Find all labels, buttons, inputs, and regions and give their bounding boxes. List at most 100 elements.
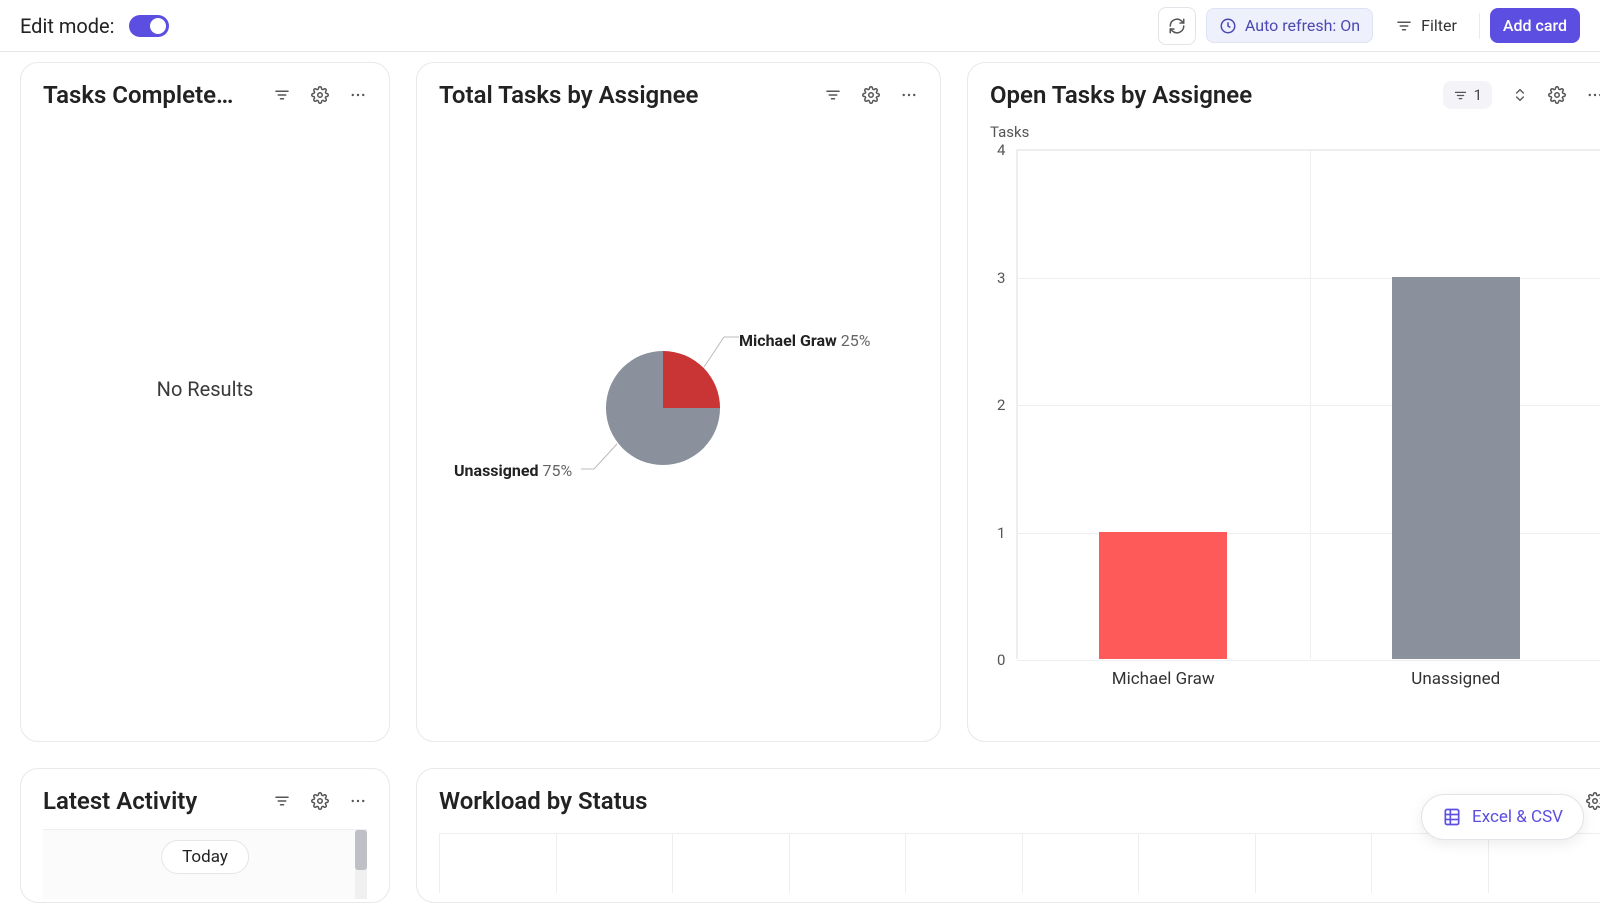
- add-card-button[interactable]: Add card: [1490, 8, 1580, 43]
- card-settings-button[interactable]: [862, 86, 880, 104]
- card-filter-badge[interactable]: 1: [1443, 81, 1492, 109]
- filter-icon: [824, 86, 842, 104]
- export-excel-csv-button[interactable]: Excel & CSV: [1421, 794, 1584, 840]
- card-open-tasks: Open Tasks by Assignee 1 Tasks 01234Mich…: [967, 62, 1600, 742]
- add-card-label: Add card: [1503, 16, 1567, 35]
- workload-gridline: [1138, 834, 1139, 893]
- no-results-message: No Results: [43, 109, 367, 669]
- pie-leader-lines: [439, 109, 964, 669]
- workload-gridline: [789, 834, 790, 893]
- bar-ytick: 3: [997, 269, 1005, 287]
- card-header: Open Tasks by Assignee 1: [990, 81, 1600, 109]
- auto-refresh-button[interactable]: Auto refresh: On: [1206, 8, 1373, 43]
- bar-rect: [1099, 532, 1227, 660]
- card-actions: 1: [1443, 81, 1600, 109]
- card-actions: [824, 86, 918, 104]
- workload-gridline: [905, 834, 906, 893]
- bar-column: [1099, 532, 1227, 660]
- card-filter-button[interactable]: [273, 86, 291, 104]
- bar-xlabel: Unassigned: [1411, 669, 1500, 689]
- card-latest-activity: Latest Activity Today: [20, 768, 390, 903]
- card-workload: Workload by Status: [416, 768, 1600, 903]
- card-more-button[interactable]: [349, 792, 367, 810]
- refresh-button[interactable]: [1158, 7, 1196, 45]
- workload-gridline: [439, 834, 440, 893]
- bar-gridline: [1017, 150, 1600, 151]
- activity-scrollbar[interactable]: [355, 830, 367, 899]
- toggle-knob: [150, 18, 166, 34]
- pie-label-1-pct: 25%: [841, 331, 871, 350]
- workload-gridline: [1371, 834, 1372, 893]
- toolbar-divider: [1479, 13, 1480, 39]
- card-title: Total Tasks by Assignee: [439, 81, 698, 109]
- pie-chart: Michael Graw 25% Unassigned 75%: [439, 109, 918, 669]
- card-settings-button[interactable]: [311, 86, 329, 104]
- clock-icon: [1219, 17, 1237, 35]
- pie-label-2-pct: 75%: [542, 461, 572, 480]
- workload-gridline: [672, 834, 673, 893]
- card-title: Latest Activity: [43, 787, 197, 815]
- filter-button[interactable]: Filter: [1383, 9, 1469, 42]
- spreadsheet-icon: [1442, 807, 1462, 827]
- toolbar-left: Edit mode:: [20, 14, 169, 38]
- filter-icon: [1453, 88, 1468, 103]
- bar-ytick: 1: [997, 524, 1005, 542]
- bar-rect: [1392, 277, 1520, 660]
- filter-label: Filter: [1421, 16, 1457, 35]
- filter-count: 1: [1474, 86, 1482, 104]
- card-more-button[interactable]: [349, 86, 367, 104]
- gear-icon: [311, 86, 329, 104]
- gear-icon: [1586, 792, 1600, 810]
- card-settings-button[interactable]: [1548, 86, 1566, 104]
- card-filter-button[interactable]: [273, 792, 291, 810]
- gear-icon: [1548, 86, 1566, 104]
- pie-label-2: Unassigned 75%: [454, 461, 572, 480]
- today-pill: Today: [161, 840, 249, 874]
- card-header: Tasks Complete…: [43, 81, 367, 109]
- bar-ytick: 4: [997, 141, 1005, 159]
- workload-gridline: [1022, 834, 1023, 893]
- export-label: Excel & CSV: [1472, 807, 1563, 827]
- bar-column: [1392, 277, 1520, 660]
- more-icon: [1586, 86, 1600, 104]
- more-icon: [349, 792, 367, 810]
- card-title: Open Tasks by Assignee: [990, 81, 1252, 109]
- workload-gridline: [1488, 834, 1489, 893]
- chevrons-vertical-icon: [1512, 87, 1528, 103]
- toolbar: Edit mode: Auto refresh: On Filter Add c…: [0, 0, 1600, 52]
- bar-chart: Tasks 01234Michael GrawUnassigned: [990, 109, 1600, 689]
- bar-gridline: [1017, 660, 1600, 661]
- card-more-button[interactable]: [900, 86, 918, 104]
- activity-body: Today: [43, 829, 367, 899]
- more-icon: [900, 86, 918, 104]
- workload-gridline: [556, 834, 557, 893]
- filter-icon: [1395, 17, 1413, 35]
- gear-icon: [862, 86, 880, 104]
- card-header: Latest Activity: [43, 787, 367, 815]
- card-settings-button[interactable]: [311, 792, 329, 810]
- card-settings-button[interactable]: [1586, 792, 1600, 810]
- bar-ytick: 0: [997, 651, 1005, 669]
- card-filter-button[interactable]: [824, 86, 842, 104]
- card-grid: Tasks Complete… No Results Total Tasks b…: [0, 52, 1600, 913]
- activity-scroll-thumb[interactable]: [355, 830, 367, 870]
- bar-vline: [1017, 150, 1018, 659]
- card-more-button[interactable]: [1586, 86, 1600, 104]
- workload-gridline: [1255, 834, 1256, 893]
- gear-icon: [311, 792, 329, 810]
- refresh-icon: [1168, 17, 1186, 35]
- edit-mode-label: Edit mode:: [20, 14, 115, 38]
- card-title: Tasks Complete…: [43, 81, 233, 109]
- toolbar-right: Auto refresh: On Filter Add card: [1158, 7, 1580, 45]
- edit-mode-toggle[interactable]: [129, 15, 169, 37]
- card-expand-button[interactable]: [1512, 87, 1528, 103]
- pie-label-1: Michael Graw 25%: [739, 331, 870, 350]
- filter-icon: [273, 86, 291, 104]
- card-actions: [273, 86, 367, 104]
- bar-ylabel: Tasks: [990, 123, 1600, 141]
- bar-ytick: 2: [997, 396, 1005, 414]
- card-actions: [273, 792, 367, 810]
- filter-icon: [273, 792, 291, 810]
- card-title: Workload by Status: [439, 787, 647, 815]
- bar-vline: [1310, 150, 1311, 659]
